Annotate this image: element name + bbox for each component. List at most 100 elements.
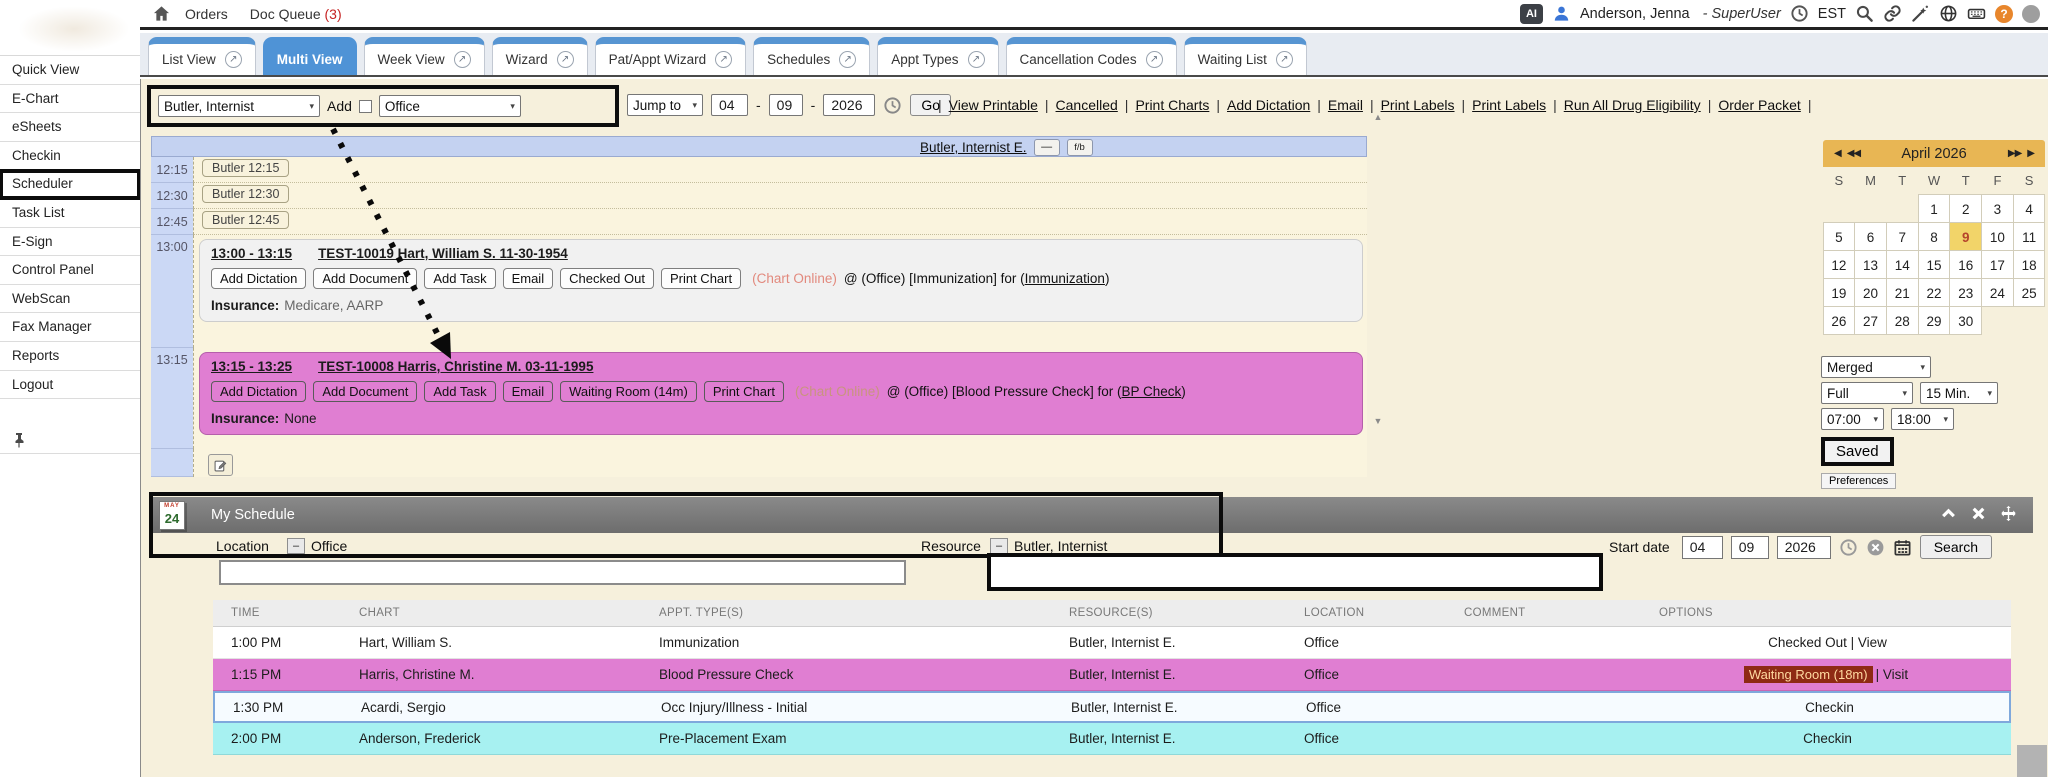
saved-button[interactable]: Saved bbox=[1821, 437, 1894, 466]
appointment-action-button[interactable]: Checked Out bbox=[560, 268, 654, 289]
sidebar-item[interactable]: E-Sign bbox=[0, 228, 140, 257]
my-schedule-header[interactable]: MAY 24 My Schedule bbox=[151, 497, 2033, 533]
ai-badge[interactable]: AI bbox=[1520, 4, 1543, 24]
sidebar-item[interactable]: WebScan bbox=[0, 285, 140, 314]
cell-options[interactable]: Waiting Room (18m)| Visit bbox=[1641, 667, 2011, 682]
interval-select[interactable]: 15 Min.▾ bbox=[1920, 382, 1998, 404]
globe-icon[interactable] bbox=[1939, 4, 1958, 23]
calendar-day[interactable]: 17 bbox=[1981, 250, 2014, 279]
appointment-action-button[interactable]: Email bbox=[503, 381, 554, 402]
options-links[interactable]: | Visit bbox=[1876, 667, 1909, 682]
move-icon[interactable] bbox=[2000, 505, 2017, 522]
sidebar-item[interactable]: Task List bbox=[0, 199, 140, 228]
provider-select[interactable]: Butler, Internist▾ bbox=[158, 95, 320, 117]
patient-link[interactable]: TEST-10008 Harris, Christine M. 03-11-19… bbox=[318, 359, 593, 374]
calendar-day[interactable]: 22 bbox=[1918, 278, 1951, 307]
tab[interactable]: Multi View ↗ bbox=[263, 37, 357, 75]
sidebar-item[interactable]: Scheduler bbox=[0, 170, 140, 199]
jump-to-select[interactable]: Jump to▾ bbox=[627, 94, 703, 116]
open-in-new-window-icon[interactable]: ↗ bbox=[1146, 51, 1163, 68]
fb-button[interactable]: f/b bbox=[1067, 139, 1093, 156]
home-icon[interactable] bbox=[152, 4, 171, 23]
start-time-select[interactable]: 07:00▾ bbox=[1821, 408, 1884, 430]
menu-orders[interactable]: Orders bbox=[185, 6, 228, 22]
sidebar-item[interactable]: Quick View bbox=[0, 56, 140, 85]
cell-chart[interactable]: Anderson, Frederick bbox=[341, 731, 641, 746]
calendar-day[interactable]: 14 bbox=[1886, 250, 1919, 279]
calendar-day[interactable]: 18 bbox=[2013, 250, 2046, 279]
appointment-card-hart[interactable]: 13:00 - 13:15 TEST-10019 Hart, William S… bbox=[199, 239, 1363, 322]
calendar-icon[interactable] bbox=[1893, 538, 1912, 557]
cell-chart[interactable]: Acardi, Sergio bbox=[343, 700, 643, 715]
collapse-icon[interactable] bbox=[1940, 505, 1957, 522]
calendar-day[interactable]: 3 bbox=[1981, 194, 2014, 223]
appointment-action-button[interactable]: Print Chart bbox=[704, 381, 784, 402]
free-slot-button[interactable]: Butler 12:30 bbox=[202, 185, 289, 203]
resource-minus-button[interactable]: – bbox=[990, 538, 1008, 554]
calendar-day[interactable]: 11 bbox=[2013, 222, 2046, 251]
calendar-day[interactable]: 20 bbox=[1854, 278, 1887, 307]
calendar-day[interactable]: 8 bbox=[1918, 222, 1951, 251]
table-row[interactable]: 1:30 PM Acardi, Sergio Occ Injury/Illnes… bbox=[213, 691, 2011, 723]
options-links[interactable]: Checkin bbox=[1803, 731, 1852, 746]
calendar-day[interactable]: 15 bbox=[1918, 250, 1951, 279]
avatar[interactable] bbox=[2022, 5, 2040, 23]
calendar-day[interactable]: 10 bbox=[1981, 222, 2014, 251]
link-icon[interactable] bbox=[1883, 4, 1902, 23]
clear-date-icon[interactable] bbox=[1866, 538, 1885, 557]
location-minus-button[interactable]: – bbox=[287, 538, 305, 554]
appointment-action-button[interactable]: Email bbox=[503, 268, 554, 289]
start-day-input[interactable]: 09 bbox=[1731, 536, 1769, 559]
toolbar-link[interactable]: Print Labels bbox=[1381, 97, 1455, 113]
view-mode-select[interactable]: Merged▾ bbox=[1821, 356, 1931, 378]
menu-doc-queue[interactable]: Doc Queue (3) bbox=[250, 6, 342, 22]
toolbar-link[interactable]: Print Labels bbox=[1472, 97, 1546, 113]
calendar-day[interactable]: 9 bbox=[1949, 222, 1982, 251]
calendar-day[interactable]: 6 bbox=[1854, 222, 1887, 251]
location-select[interactable]: Office▾ bbox=[379, 95, 521, 117]
toolbar-link[interactable]: View Printable bbox=[949, 97, 1038, 113]
appt-type-link[interactable]: BP Check bbox=[1122, 384, 1182, 399]
toolbar-link[interactable]: Cancelled bbox=[1056, 97, 1118, 113]
tab[interactable]: Waiting List ↗ bbox=[1184, 37, 1307, 75]
appointment-action-button[interactable]: Add Document bbox=[313, 268, 417, 289]
open-in-new-window-icon[interactable]: ↗ bbox=[454, 51, 471, 68]
table-row[interactable]: 2:00 PM Anderson, Frederick Pre-Placemen… bbox=[213, 723, 2011, 755]
tab[interactable]: Schedules ↗ bbox=[753, 37, 870, 75]
calendar-day[interactable]: 7 bbox=[1886, 222, 1919, 251]
appointment-action-button[interactable]: Add Task bbox=[424, 268, 495, 289]
scroll-down-icon[interactable]: ▼ bbox=[1371, 414, 1385, 428]
calendar-day[interactable] bbox=[1854, 194, 1887, 223]
appointment-action-button[interactable]: Waiting Room (14m) bbox=[560, 381, 697, 402]
calendar-prev-year-icon[interactable]: ◀◀ bbox=[1847, 148, 1860, 159]
options-links[interactable]: Checkin bbox=[1805, 700, 1854, 715]
sidebar-item[interactable]: Fax Manager bbox=[0, 313, 140, 342]
calendar-day[interactable]: 5 bbox=[1823, 222, 1856, 251]
keyboard-icon[interactable] bbox=[1967, 4, 1986, 23]
calendar-day[interactable]: 23 bbox=[1949, 278, 1982, 307]
calendar-day[interactable]: 16 bbox=[1949, 250, 1982, 279]
scroll-up-icon[interactable]: ▲ bbox=[1371, 110, 1385, 124]
cell-options[interactable]: Checked Out | View bbox=[1641, 635, 2011, 650]
scroll-track[interactable] bbox=[1371, 124, 1385, 414]
toolbar-link[interactable]: Run All Drug Eligibility bbox=[1564, 97, 1701, 113]
calendar-prev-icon[interactable]: ◀ bbox=[1834, 148, 1841, 159]
calendar-day[interactable]: 24 bbox=[1981, 278, 2014, 307]
appointment-time-link[interactable]: 13:00 - 13:15 bbox=[211, 246, 292, 261]
edit-note-button[interactable] bbox=[208, 454, 233, 476]
appointment-time-link[interactable]: 13:15 - 13:25 bbox=[211, 359, 292, 374]
provider-column-link[interactable]: Butler, Internist E. bbox=[920, 140, 1027, 155]
appointment-action-button[interactable]: Add Document bbox=[313, 381, 417, 402]
open-in-new-window-icon[interactable]: ↗ bbox=[968, 51, 985, 68]
calendar-day[interactable]: 27 bbox=[1854, 306, 1887, 335]
search-icon[interactable] bbox=[1855, 4, 1874, 23]
tab[interactable]: Wizard ↗ bbox=[492, 37, 588, 75]
toolbar-link[interactable]: Print Charts bbox=[1135, 97, 1209, 113]
calendar-day[interactable]: 25 bbox=[2013, 278, 2046, 307]
sidebar-item[interactable]: Reports bbox=[0, 342, 140, 371]
toolbar-link[interactable]: Add Dictation bbox=[1227, 97, 1310, 113]
calendar-day[interactable] bbox=[2013, 306, 2046, 335]
calendar-day[interactable] bbox=[1981, 306, 2014, 335]
free-slot-button[interactable]: Butler 12:15 bbox=[202, 159, 289, 177]
sidebar-item[interactable]: Control Panel bbox=[0, 256, 140, 285]
